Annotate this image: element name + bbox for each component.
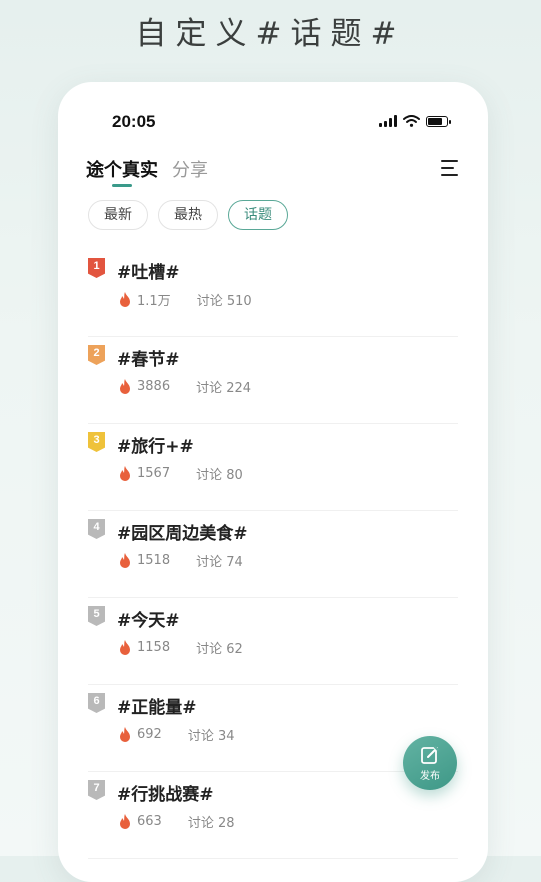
flame-icon (120, 291, 130, 307)
tab-bar: 途个真实 分享 (86, 156, 208, 182)
flame-icon (120, 552, 130, 568)
topic-stats: 663 讨论 28 (118, 812, 235, 831)
battery-icon (426, 115, 451, 127)
topic-stats: 1.1万 讨论 510 (118, 290, 252, 309)
flame-icon (120, 813, 130, 829)
tab-real[interactable]: 途个真实 (86, 156, 158, 182)
publish-button[interactable]: 发布 (403, 736, 457, 790)
filter-latest-chip[interactable]: 最新 (88, 200, 148, 230)
wifi-icon (403, 115, 420, 127)
topic-row[interactable]: 5 #今天# 1158 讨论 62 (88, 598, 458, 685)
discuss-count: 讨论 74 (196, 555, 243, 570)
menu-icon[interactable] (441, 160, 458, 176)
active-tab-indicator (112, 184, 132, 187)
topic-stats: 692 讨论 34 (118, 725, 235, 744)
rank-badge: 2 (88, 345, 105, 365)
tab-share[interactable]: 分享 (172, 156, 208, 182)
discuss-count: 讨论 224 (196, 381, 252, 396)
topic-title: #行挑战赛# (117, 785, 214, 805)
heat-count: 1158 (137, 640, 171, 655)
topic-title: #正能量# (117, 698, 197, 718)
filter-topic-chip[interactable]: 话题 (228, 200, 288, 230)
flame-icon (120, 726, 130, 742)
discuss-count: 讨论 62 (196, 642, 243, 657)
status-time: 20:05 (112, 112, 156, 131)
topic-row[interactable]: 2 #春节# 3886 讨论 224 (88, 337, 458, 424)
flame-icon (120, 378, 130, 394)
topic-stats: 3886 讨论 224 (118, 377, 251, 396)
filter-chips: 最新 最热 话题 (88, 200, 288, 230)
rank-badge: 5 (88, 606, 105, 626)
rank-badge: 1 (88, 258, 105, 278)
edit-icon (421, 745, 440, 764)
status-bar: 20:05 (58, 112, 488, 134)
heat-count: 1.1万 (137, 294, 171, 309)
signal-icon (379, 115, 397, 127)
discuss-count: 讨论 80 (196, 468, 243, 483)
topic-title: #今天# (117, 611, 180, 631)
page-headline: 自定义#话题# (135, 16, 406, 52)
flame-icon (120, 465, 130, 481)
topic-title: #旅行+# (117, 437, 194, 457)
status-icons (379, 115, 451, 127)
heat-count: 692 (137, 727, 162, 742)
rank-badge: 3 (88, 432, 105, 452)
battery-level (428, 117, 442, 125)
topic-stats: 1518 讨论 74 (118, 551, 243, 570)
rank-badge: 7 (88, 780, 105, 800)
heat-count: 1567 (137, 466, 171, 481)
rank-badge: 4 (88, 519, 105, 539)
topic-stats: 1567 讨论 80 (118, 464, 243, 483)
topic-stats: 1158 讨论 62 (118, 638, 243, 657)
topic-title: #吐槽# (117, 263, 180, 283)
publish-label: 发布 (420, 771, 440, 782)
heat-count: 1518 (137, 553, 171, 568)
topic-row[interactable]: 3 #旅行+# 1567 讨论 80 (88, 424, 458, 511)
topic-title: #春节# (117, 350, 180, 370)
topic-title: #园区周边美食# (117, 524, 248, 544)
discuss-count: 讨论 510 (196, 294, 252, 309)
heat-count: 3886 (137, 379, 171, 394)
topic-row[interactable]: 1 #吐槽# 1.1万 讨论 510 (88, 250, 458, 337)
topic-row[interactable]: 4 #园区周边美食# 1518 讨论 74 (88, 511, 458, 598)
heat-count: 663 (137, 814, 162, 829)
discuss-count: 讨论 28 (187, 816, 235, 831)
filter-hot-chip[interactable]: 最热 (158, 200, 218, 230)
rank-badge: 6 (88, 693, 105, 713)
discuss-count: 讨论 34 (187, 729, 235, 744)
flame-icon (120, 639, 130, 655)
topic-row[interactable]: 7 #行挑战赛# 663 讨论 28 (88, 772, 458, 859)
